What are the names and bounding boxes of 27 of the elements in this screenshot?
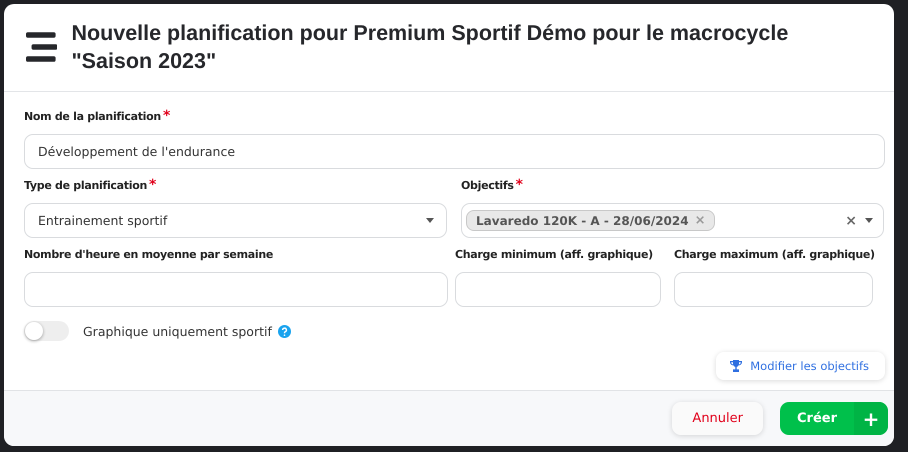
- field-label: Type de planification: [24, 179, 147, 193]
- caret-icon: [865, 218, 873, 223]
- objective-tag: Lavaredo 120K - A - 28/06/2024 ×: [466, 210, 715, 231]
- required-mark: *: [162, 110, 170, 122]
- edit-objectives-button[interactable]: Modifier les objectifs: [716, 352, 885, 380]
- objectives-select[interactable]: Lavaredo 120K - A - 28/06/2024 × ×: [461, 203, 884, 238]
- help-icon[interactable]: [278, 324, 291, 338]
- caret-icon: [426, 218, 434, 223]
- required-mark: *: [516, 179, 523, 191]
- field-label: Charge minimum (aff. graphique): [455, 248, 653, 262]
- charge-max-input[interactable]: [674, 272, 873, 307]
- type-select[interactable]: Entrainement sportif: [24, 203, 447, 238]
- field-label: Objectifs: [461, 179, 514, 193]
- field-label: Nombre d'heure en moyenne par semaine: [24, 248, 274, 262]
- hours-input[interactable]: [24, 272, 448, 307]
- trophy-icon: [730, 360, 742, 372]
- toggle-label: Graphique uniquement sportif: [83, 324, 272, 338]
- required-mark: *: [148, 179, 156, 191]
- charge-min-input[interactable]: [455, 272, 661, 307]
- field-label: Nom de la planification: [24, 110, 161, 124]
- menu-icon: [26, 30, 58, 62]
- dialog-title: Nouvelle planification pour Premium Sportif Démo pour le macrocycle "Saison 2023": [71, 20, 790, 74]
- field-label: Charge maximum (aff. graphique): [674, 248, 875, 262]
- name-input[interactable]: Développement de l'endurance: [24, 134, 885, 169]
- cancel-button[interactable]: Annuler: [672, 402, 763, 435]
- toggle-switch[interactable]: [24, 321, 69, 341]
- clear-button[interactable]: ×: [845, 212, 857, 228]
